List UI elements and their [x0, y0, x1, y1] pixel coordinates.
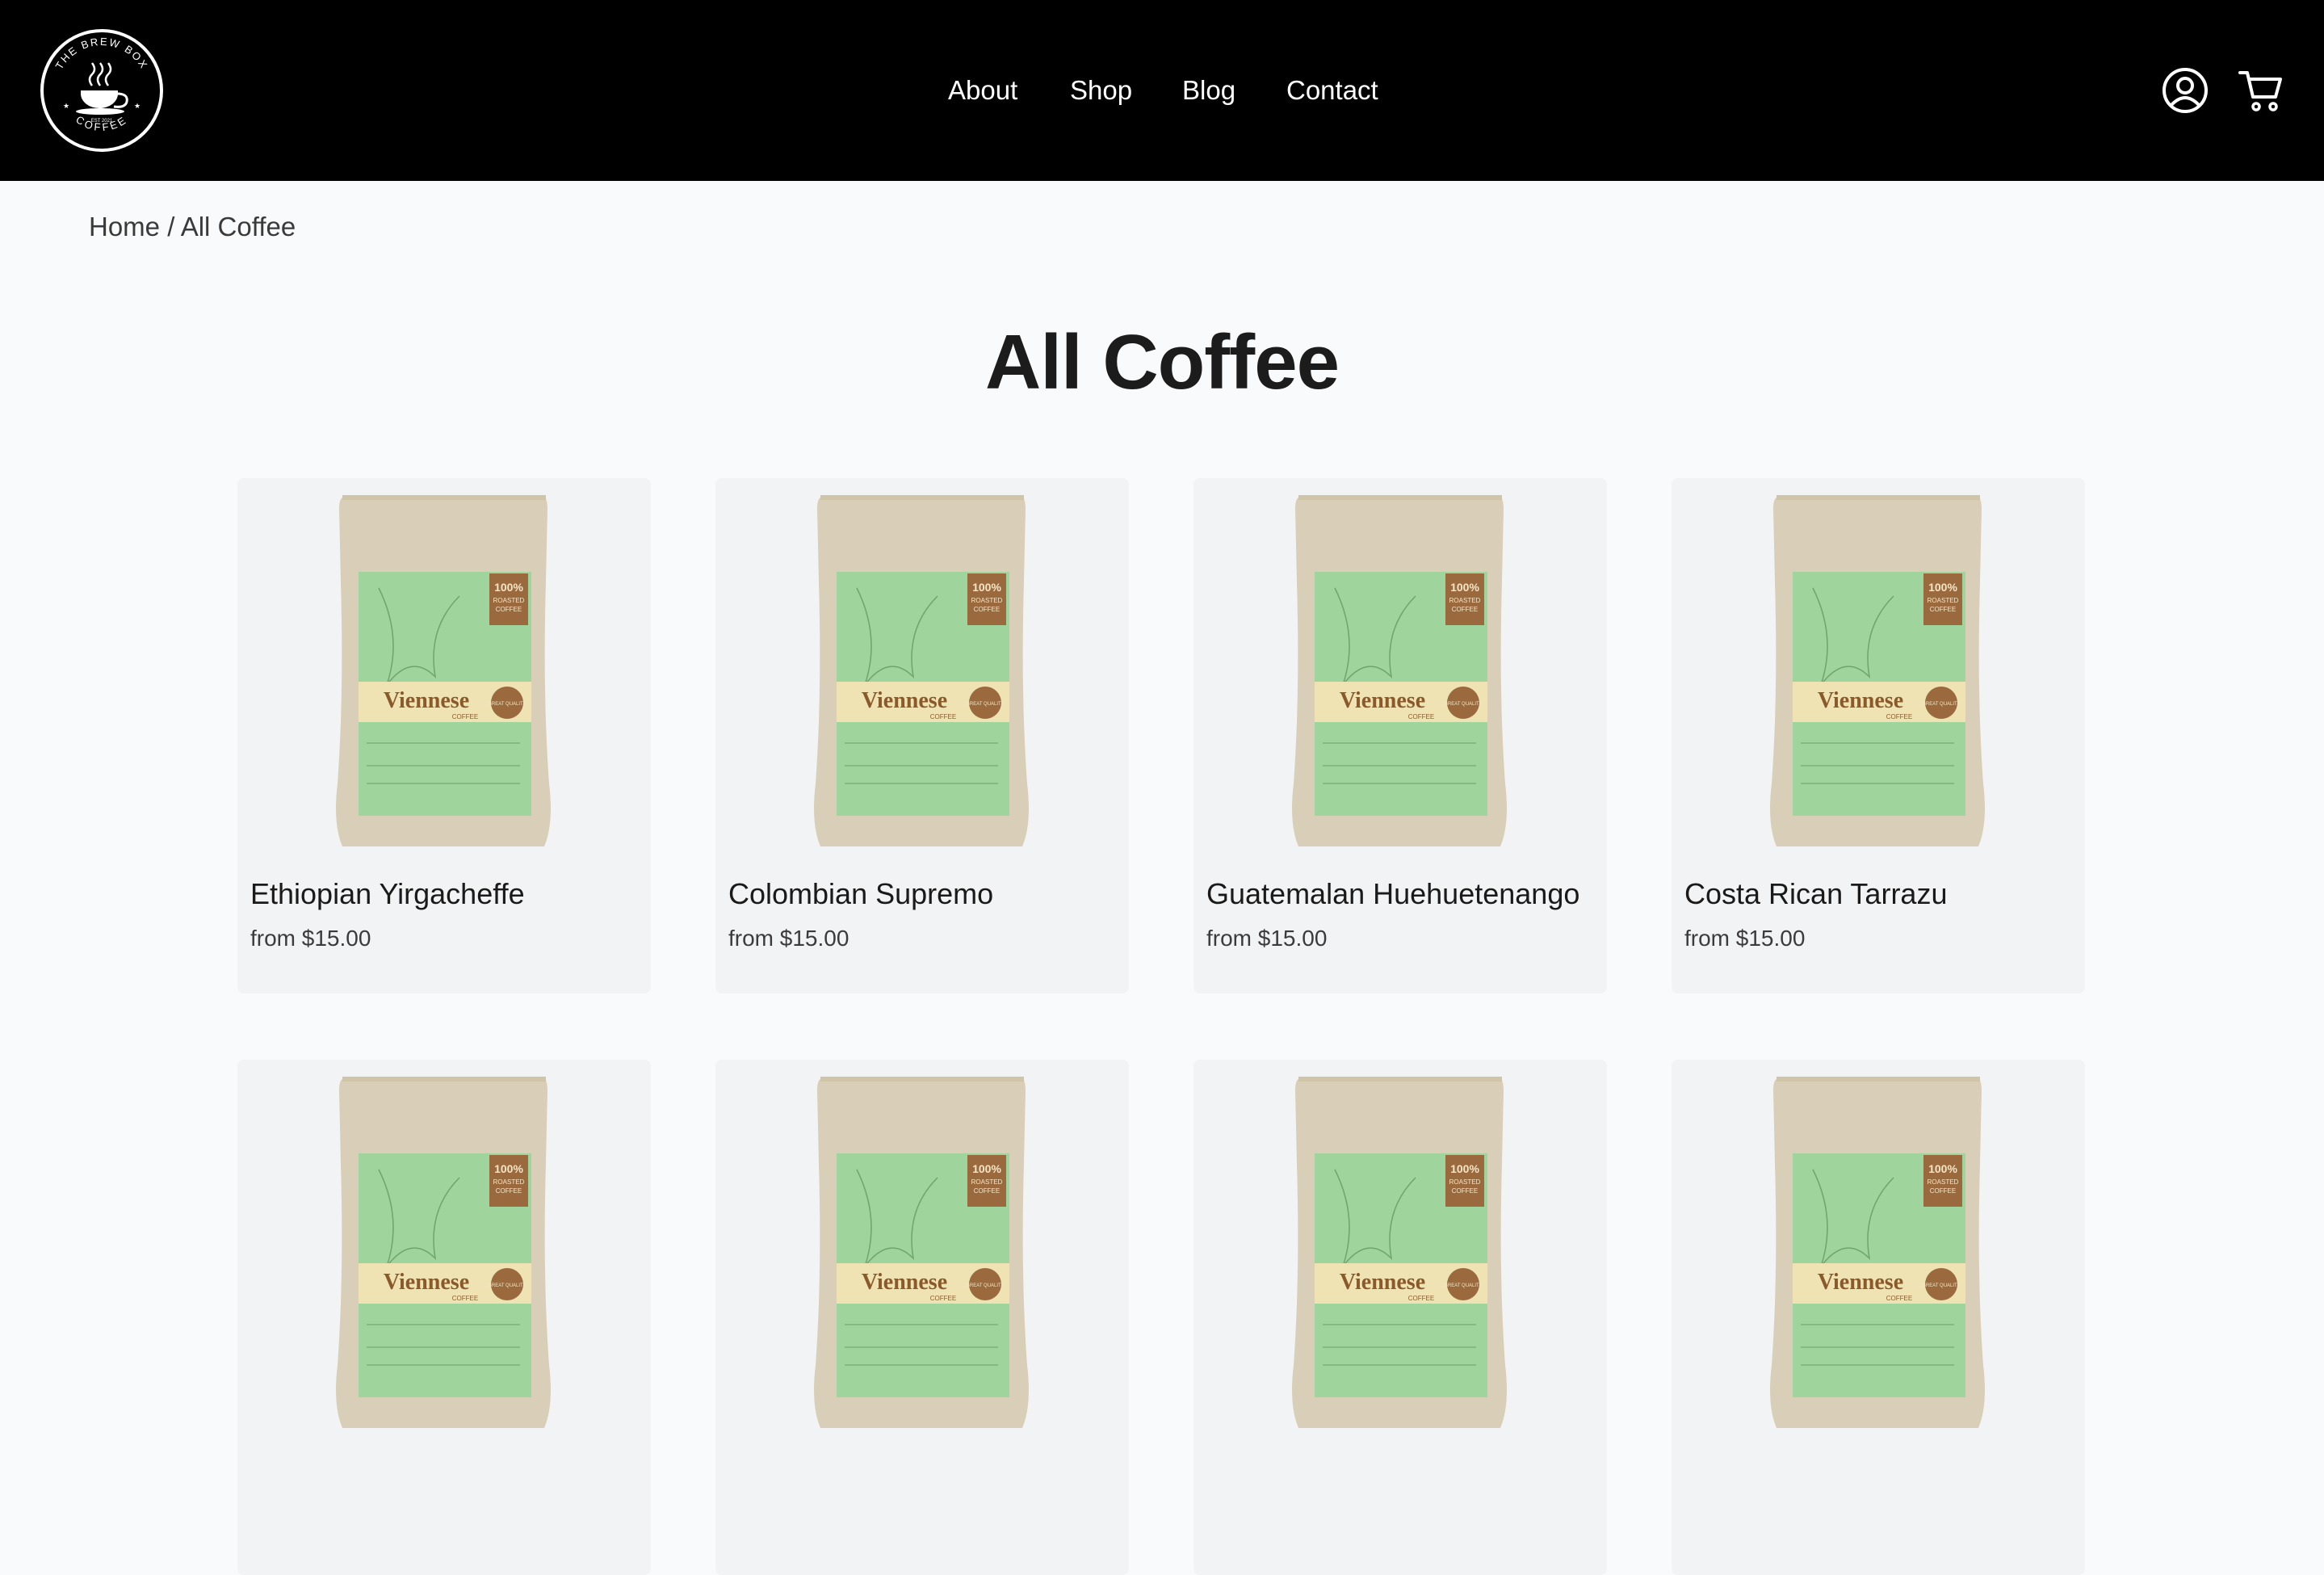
svg-text:GREAT QUALITY: GREAT QUALITY — [488, 1283, 526, 1288]
svg-text:COFFEE: COFFEE — [930, 1295, 956, 1302]
svg-text:100%: 100% — [1928, 1162, 1957, 1175]
coffee-bag-image[interactable]: 100% ROASTED COFFEE Viennese COFFEE GREA… — [1672, 1073, 2085, 1436]
coffee-bag-image[interactable]: 100% ROASTED COFFEE Viennese COFFEE GREA… — [1672, 491, 2085, 855]
svg-text:ROASTED: ROASTED — [493, 597, 525, 604]
svg-text:100%: 100% — [1450, 1162, 1479, 1175]
product-card[interactable]: 100% ROASTED COFFEE Viennese COFFEE GREA… — [237, 1060, 651, 1575]
svg-text:COFFEE: COFFEE — [452, 1295, 478, 1302]
product-card[interactable]: 100% ROASTED COFFEE Viennese COFFEE GREA… — [237, 478, 651, 993]
product-card[interactable]: 100% ROASTED COFFEE Viennese COFFEE GREA… — [715, 478, 1129, 993]
product-name[interactable]: Ethiopian Yirgacheffe — [250, 877, 525, 911]
product-price: from $15.00 — [728, 926, 849, 951]
coffee-bag-image[interactable]: 100% ROASTED COFFEE Viennese COFFEE GREA… — [1193, 491, 1607, 855]
svg-text:100%: 100% — [494, 1162, 523, 1175]
svg-text:Viennese: Viennese — [384, 1270, 469, 1295]
svg-text:GREAT QUALITY: GREAT QUALITY — [966, 702, 1004, 707]
coffee-bag-image[interactable]: 100% ROASTED COFFEE Viennese COFFEE GREA… — [715, 491, 1129, 855]
svg-text:Viennese: Viennese — [862, 688, 947, 713]
svg-text:Viennese: Viennese — [1340, 1270, 1425, 1295]
svg-text:COFFEE: COFFEE — [452, 713, 478, 720]
svg-text:GREAT QUALITY: GREAT QUALITY — [488, 702, 526, 707]
svg-text:ROASTED: ROASTED — [971, 1178, 1003, 1186]
product-card[interactable]: 100% ROASTED COFFEE Viennese COFFEE GREA… — [1193, 1060, 1607, 1575]
svg-text:COFFEE: COFFEE — [1930, 1187, 1956, 1195]
svg-text:Viennese: Viennese — [1818, 688, 1903, 713]
svg-text:ROASTED: ROASTED — [493, 1178, 525, 1186]
product-price: from $15.00 — [250, 926, 371, 951]
product-card[interactable]: 100% ROASTED COFFEE Viennese COFFEE GREA… — [1672, 478, 2085, 993]
svg-text:COFFEE: COFFEE — [1930, 606, 1956, 613]
product-name[interactable]: Guatemalan Huehuetenango — [1206, 877, 1579, 911]
svg-text:GREAT QUALITY: GREAT QUALITY — [1922, 1283, 1960, 1288]
svg-text:COFFEE: COFFEE — [1886, 1295, 1912, 1302]
svg-text:Viennese: Viennese — [862, 1270, 947, 1295]
coffee-bag-image[interactable]: 100% ROASTED COFFEE Viennese COFFEE GREA… — [1193, 1073, 1607, 1436]
product-card[interactable]: 100% ROASTED COFFEE Viennese COFFEE GREA… — [715, 1060, 1129, 1575]
svg-text:COFFEE: COFFEE — [974, 1187, 1000, 1195]
svg-text:100%: 100% — [1450, 581, 1479, 594]
svg-text:ROASTED: ROASTED — [1928, 1178, 1959, 1186]
svg-text:100%: 100% — [972, 581, 1001, 594]
product-price: from $15.00 — [1206, 926, 1328, 951]
product-name[interactable]: Costa Rican Tarrazu — [1684, 877, 1947, 911]
svg-text:100%: 100% — [494, 581, 523, 594]
svg-text:COFFEE: COFFEE — [1452, 1187, 1478, 1195]
svg-text:ROASTED: ROASTED — [971, 597, 1003, 604]
svg-text:COFFEE: COFFEE — [496, 606, 522, 613]
product-grid: 100% ROASTED COFFEE Viennese COFFEE GREA… — [0, 0, 2324, 1575]
svg-text:COFFEE: COFFEE — [1408, 713, 1434, 720]
svg-text:COFFEE: COFFEE — [1886, 713, 1912, 720]
svg-text:Viennese: Viennese — [1818, 1270, 1903, 1295]
svg-text:COFFEE: COFFEE — [496, 1187, 522, 1195]
product-name[interactable]: Colombian Supremo — [728, 877, 993, 911]
svg-text:GREAT QUALITY: GREAT QUALITY — [966, 1283, 1004, 1288]
svg-text:100%: 100% — [1928, 581, 1957, 594]
svg-text:COFFEE: COFFEE — [974, 606, 1000, 613]
svg-text:Viennese: Viennese — [384, 688, 469, 713]
product-price: from $15.00 — [1684, 926, 1806, 951]
svg-text:COFFEE: COFFEE — [1408, 1295, 1434, 1302]
product-card[interactable]: 100% ROASTED COFFEE Viennese COFFEE GREA… — [1672, 1060, 2085, 1575]
svg-text:100%: 100% — [972, 1162, 1001, 1175]
svg-text:ROASTED: ROASTED — [1449, 597, 1481, 604]
coffee-bag-image[interactable]: 100% ROASTED COFFEE Viennese COFFEE GREA… — [715, 1073, 1129, 1436]
svg-text:COFFEE: COFFEE — [930, 713, 956, 720]
svg-text:GREAT QUALITY: GREAT QUALITY — [1444, 702, 1482, 707]
svg-text:ROASTED: ROASTED — [1449, 1178, 1481, 1186]
svg-text:Viennese: Viennese — [1340, 688, 1425, 713]
svg-text:GREAT QUALITY: GREAT QUALITY — [1444, 1283, 1482, 1288]
svg-text:GREAT QUALITY: GREAT QUALITY — [1922, 702, 1960, 707]
svg-text:ROASTED: ROASTED — [1928, 597, 1959, 604]
svg-text:COFFEE: COFFEE — [1452, 606, 1478, 613]
product-card[interactable]: 100% ROASTED COFFEE Viennese COFFEE GREA… — [1193, 478, 1607, 993]
coffee-bag-image[interactable]: 100% ROASTED COFFEE Viennese COFFEE GREA… — [237, 1073, 651, 1436]
coffee-bag-image[interactable]: 100% ROASTED COFFEE Viennese COFFEE GREA… — [237, 491, 651, 855]
